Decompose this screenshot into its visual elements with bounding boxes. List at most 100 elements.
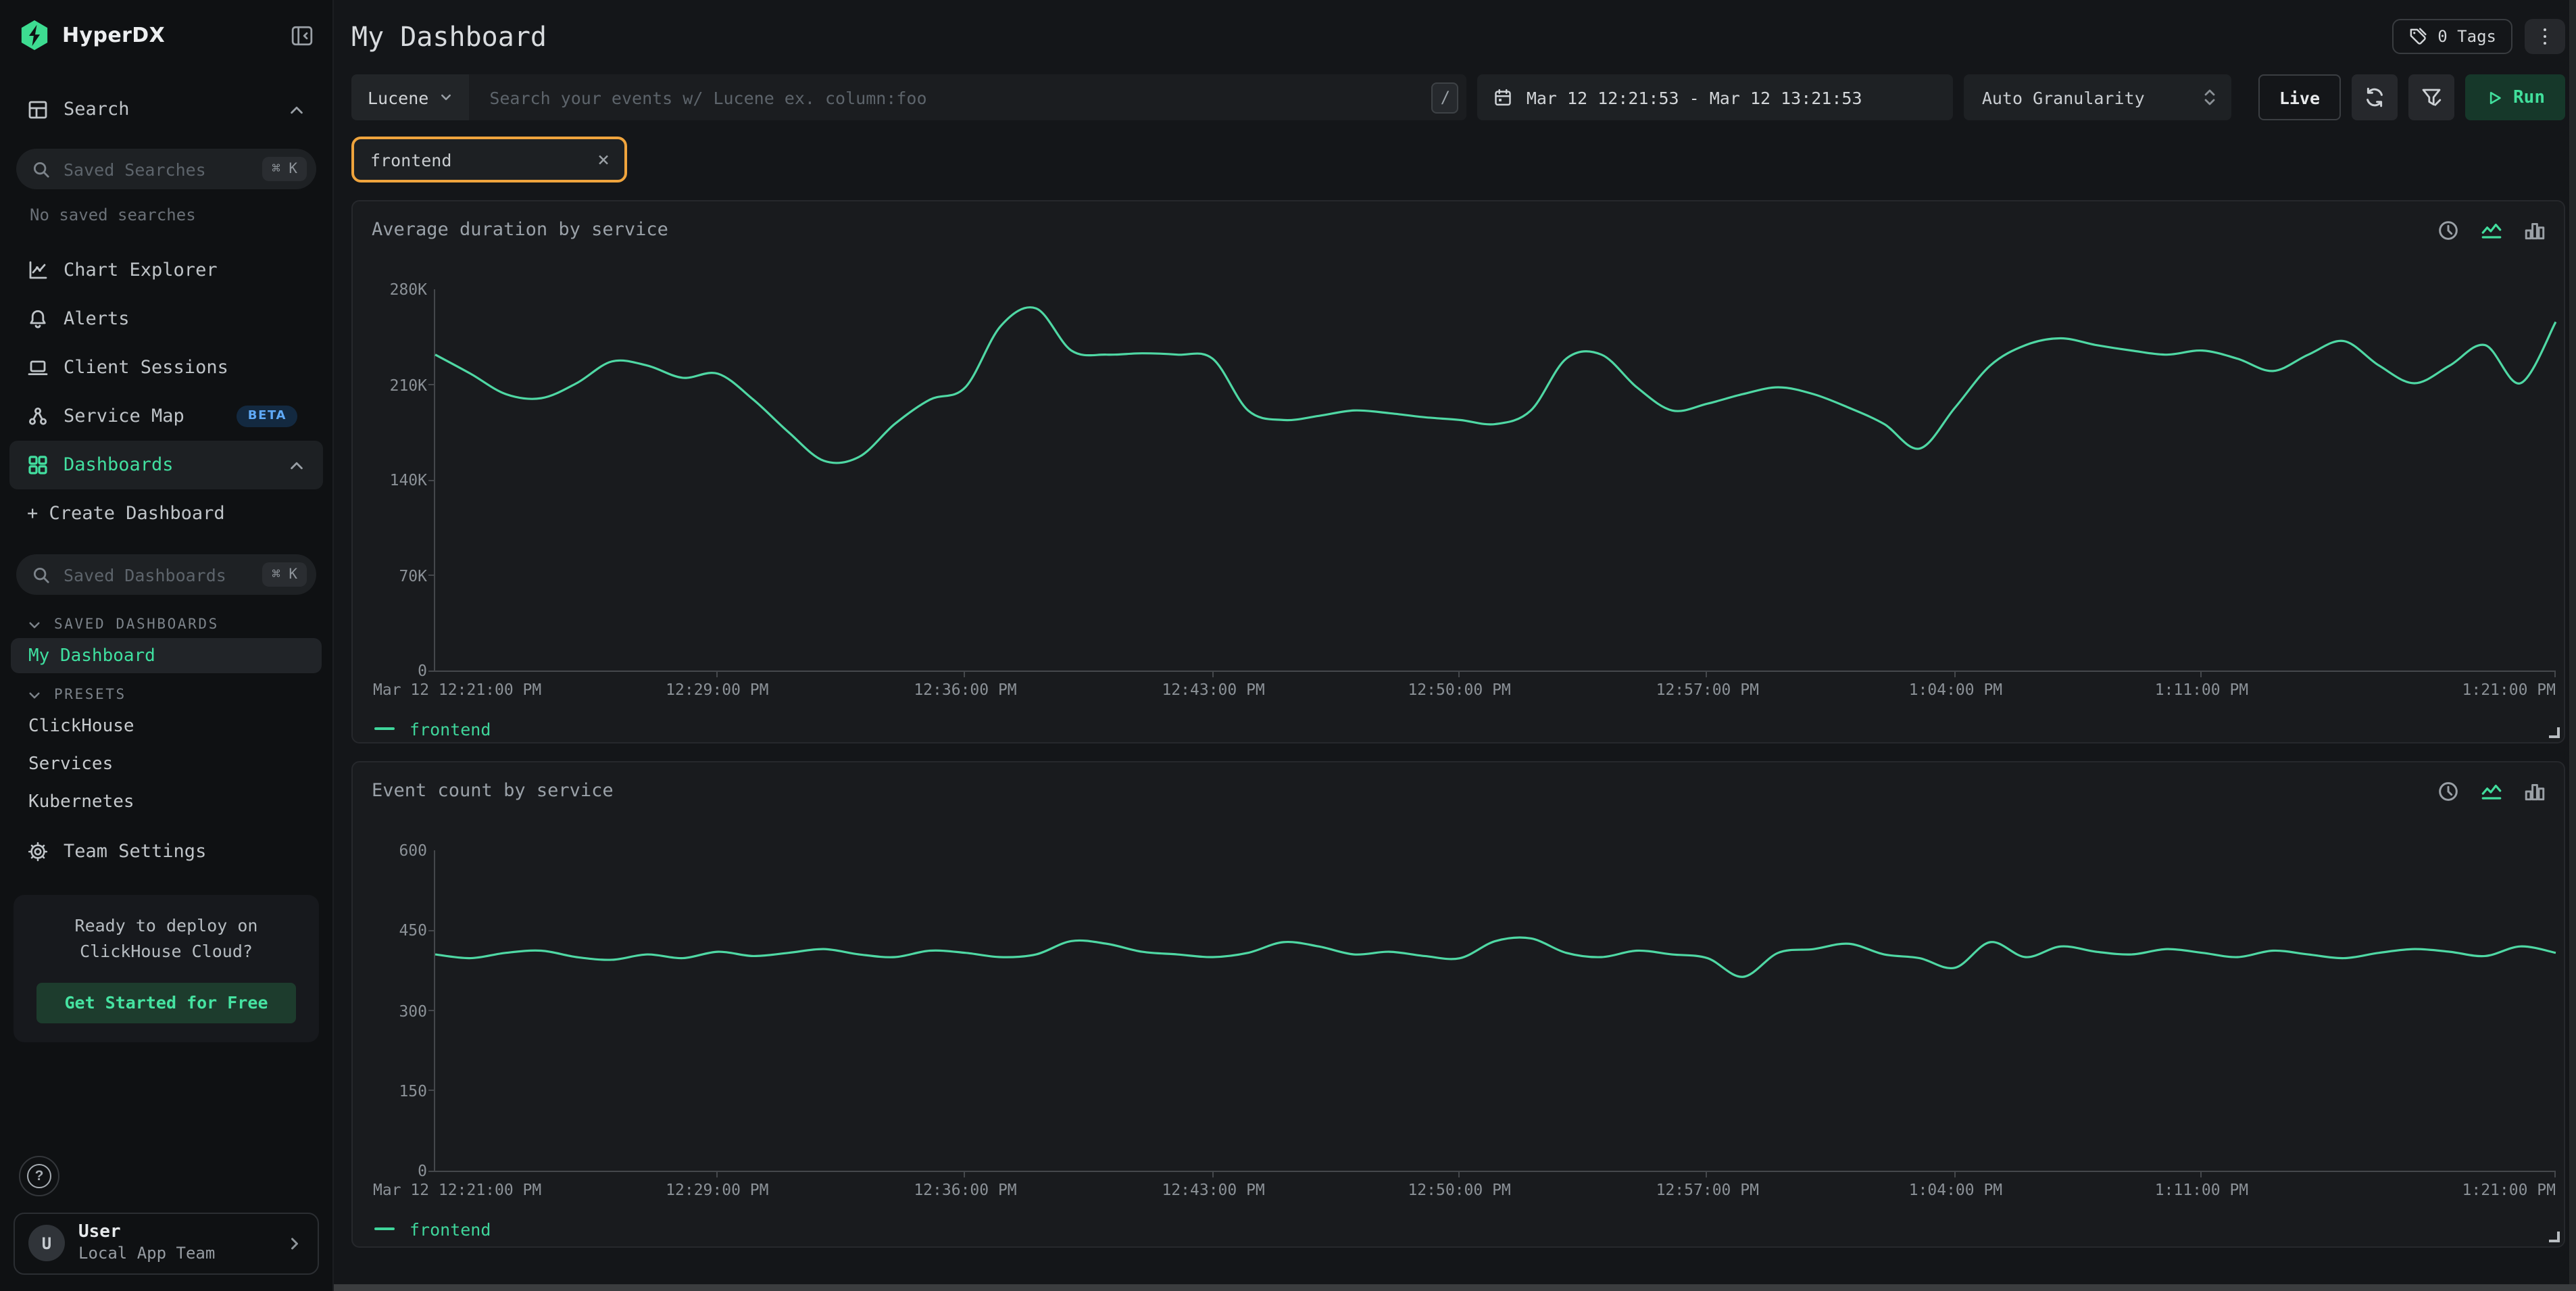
sidebar-item-search[interactable]: Search bbox=[0, 87, 332, 132]
bottom-scrollbar[interactable] bbox=[0, 1284, 2576, 1291]
laptop-icon bbox=[27, 357, 49, 379]
section-presets[interactable]: PRESETS bbox=[0, 684, 332, 706]
chart-toolbar bbox=[2437, 218, 2546, 241]
y-axis-label: 0 bbox=[373, 661, 427, 680]
chevron-down-icon bbox=[27, 617, 42, 632]
chart-legend[interactable]: frontend bbox=[374, 718, 2558, 739]
sidebar-item-dashboards[interactable]: Dashboards bbox=[9, 441, 323, 489]
tags-button[interactable]: 0 Tags bbox=[2392, 19, 2512, 54]
user-menu[interactable]: U User Local App Team bbox=[14, 1212, 319, 1275]
x-axis-label: 1:04:00 PM bbox=[1909, 680, 2003, 699]
line-chart-icon[interactable] bbox=[2480, 218, 2503, 241]
y-axis-tick bbox=[428, 479, 435, 481]
x-axis-label: 1:21:00 PM bbox=[2462, 680, 2556, 699]
calendar-icon bbox=[1494, 88, 1513, 107]
dashboard-menu-button[interactable] bbox=[2525, 19, 2565, 54]
preset-kubernetes[interactable]: Kubernetes bbox=[11, 784, 322, 819]
x-axis-tick bbox=[1458, 1171, 1460, 1177]
user-name: User bbox=[78, 1221, 215, 1244]
sidebar-item-label: Dashboards bbox=[64, 454, 174, 476]
chart-title: Average duration by service bbox=[372, 219, 668, 241]
dashboard-label: My Dashboard bbox=[28, 646, 155, 666]
line-chart-plot[interactable]: 070K140K210K280KMar 12 12:21:00 PM12:29:… bbox=[434, 289, 2556, 672]
time-range-picker[interactable]: Mar 12 12:21:53 - Mar 12 13:21:53 bbox=[1478, 74, 1954, 120]
sidebar-collapse-icon[interactable] bbox=[291, 24, 314, 47]
preset-services[interactable]: Services bbox=[11, 746, 322, 781]
section-saved-dashboards[interactable]: SAVED DASHBOARDS bbox=[0, 614, 332, 635]
time-history-icon[interactable] bbox=[2437, 779, 2460, 802]
y-axis-label: 600 bbox=[373, 841, 427, 860]
y-axis-label: 140K bbox=[373, 470, 427, 489]
x-axis-label: 12:43:00 PM bbox=[1162, 680, 1264, 699]
x-axis-tick bbox=[716, 671, 717, 677]
bar-chart-icon[interactable] bbox=[2523, 218, 2546, 241]
section-label: SAVED DASHBOARDS bbox=[54, 616, 219, 633]
y-axis-tick bbox=[428, 930, 435, 931]
x-axis-label: 1:11:00 PM bbox=[2155, 680, 2249, 699]
no-saved-searches-text: No saved searches bbox=[0, 205, 332, 227]
saved-dashboards-input[interactable] bbox=[61, 563, 251, 586]
sidebar-item-team-settings[interactable]: Team Settings bbox=[0, 827, 332, 876]
close-icon[interactable]: × bbox=[597, 149, 610, 170]
y-axis-tick bbox=[428, 670, 435, 671]
x-axis-tick bbox=[2554, 1171, 2556, 1177]
table-icon bbox=[27, 99, 49, 120]
chart-card-event-count: Event count by service 0150300450600Mar … bbox=[351, 761, 2565, 1248]
chevron-down-icon bbox=[439, 91, 453, 104]
promo-text: Ready to deploy on ClickHouse Cloud? bbox=[24, 912, 308, 965]
resize-handle[interactable] bbox=[2549, 1232, 2560, 1242]
cmd-k-shortcut: ⌘ K bbox=[262, 562, 307, 587]
sidebar-item-label: Team Settings bbox=[64, 841, 206, 862]
chart-card-avg-duration: Average duration by service 070K140K210K… bbox=[351, 200, 2565, 744]
x-axis-tick bbox=[1954, 671, 1956, 677]
saved-searches-search[interactable]: ⌘ K bbox=[16, 149, 316, 189]
saved-dashboards-search[interactable]: ⌘ K bbox=[16, 554, 316, 595]
get-started-button[interactable]: Get Started for Free bbox=[36, 983, 296, 1023]
saved-dashboard-my-dashboard[interactable]: My Dashboard bbox=[11, 638, 322, 673]
x-axis-label: 12:57:00 PM bbox=[1656, 1180, 1759, 1199]
bar-chart-icon[interactable] bbox=[2523, 779, 2546, 802]
x-axis-tick bbox=[1458, 671, 1460, 677]
x-axis-label: 12:36:00 PM bbox=[914, 1180, 1016, 1199]
x-axis-tick bbox=[1212, 671, 1214, 677]
resize-handle[interactable] bbox=[2549, 727, 2560, 738]
line-chart-icon[interactable] bbox=[2480, 779, 2503, 802]
search-icon bbox=[32, 160, 50, 178]
x-axis-label: 1:04:00 PM bbox=[1909, 1180, 2003, 1199]
live-button[interactable]: Live bbox=[2259, 74, 2340, 120]
x-axis-tick bbox=[2554, 671, 2556, 677]
time-history-icon[interactable] bbox=[2437, 218, 2460, 241]
query-language-select[interactable]: Lucene bbox=[351, 74, 469, 120]
chart: 0150300450600Mar 12 12:21:00 PM12:29:00 … bbox=[372, 850, 2558, 1240]
sidebar-item-client-sessions[interactable]: Client Sessions bbox=[0, 343, 332, 392]
legend-series-name: frontend bbox=[410, 718, 491, 739]
chevron-up-icon[interactable] bbox=[288, 101, 305, 118]
gear-icon bbox=[27, 841, 49, 862]
sidebar-item-chart-explorer[interactable]: Chart Explorer bbox=[0, 246, 332, 295]
create-dashboard-button[interactable]: + Create Dashboard bbox=[0, 489, 332, 538]
tags-label: 0 Tags bbox=[2437, 27, 2496, 46]
saved-searches-input[interactable] bbox=[61, 157, 251, 180]
refresh-button[interactable] bbox=[2351, 74, 2397, 120]
filter-chip-frontend[interactable]: frontend × bbox=[351, 137, 627, 182]
granularity-select[interactable]: Auto Granularity bbox=[1964, 74, 2232, 120]
chevron-up-icon[interactable] bbox=[288, 456, 305, 474]
filter-button[interactable] bbox=[2408, 74, 2454, 120]
sidebar-item-service-map[interactable]: Service Map BETA bbox=[0, 392, 332, 441]
preset-clickhouse[interactable]: ClickHouse bbox=[11, 708, 322, 744]
y-axis-tick bbox=[428, 575, 435, 576]
sidebar-item-alerts[interactable]: Alerts bbox=[0, 295, 332, 343]
line-chart-plot[interactable]: 0150300450600Mar 12 12:21:00 PM12:29:00 … bbox=[434, 850, 2556, 1172]
help-button[interactable]: ? bbox=[19, 1155, 59, 1196]
y-axis-label: 150 bbox=[373, 1081, 427, 1100]
y-axis-label: 300 bbox=[373, 1001, 427, 1020]
logo-row: HyperDX bbox=[0, 16, 332, 51]
scrollbar-track[interactable] bbox=[2569, 0, 2576, 1284]
x-axis-tick bbox=[964, 1171, 966, 1177]
chart-legend[interactable]: frontend bbox=[374, 1218, 2558, 1240]
legend-line-swatch bbox=[374, 727, 395, 731]
run-button[interactable]: Run bbox=[2464, 74, 2565, 120]
sidebar-item-label: Client Sessions bbox=[64, 357, 228, 379]
search-input[interactable] bbox=[487, 86, 1432, 109]
language-label: Lucene bbox=[368, 87, 428, 107]
